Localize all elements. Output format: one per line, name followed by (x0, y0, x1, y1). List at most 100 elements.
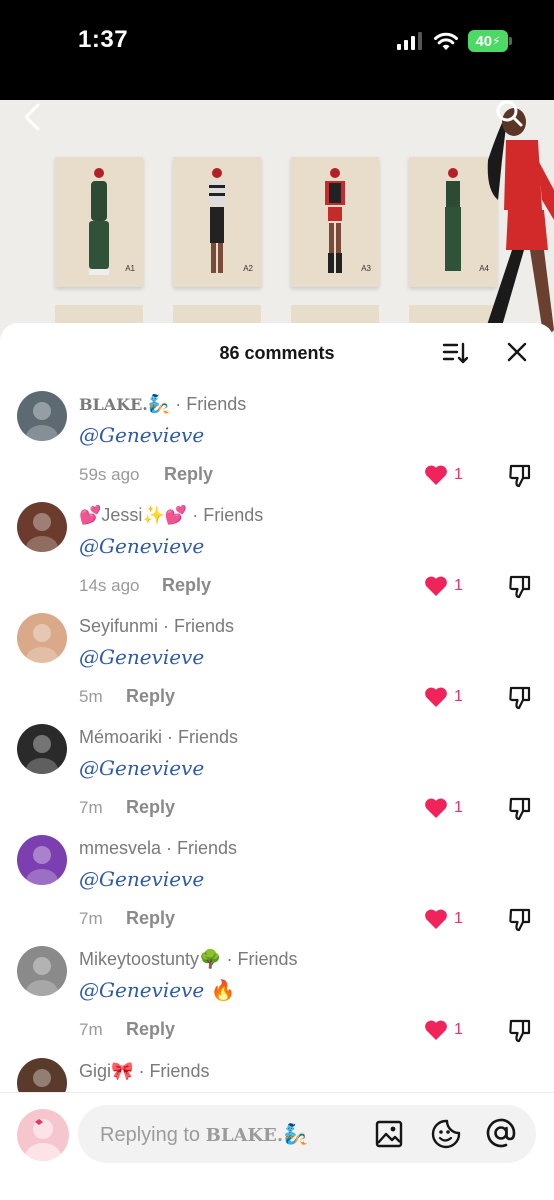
separator-dot: · (221, 949, 238, 969)
reply-button[interactable]: Reply (126, 686, 175, 707)
separator-dot: · (162, 727, 179, 747)
avatar-image (17, 502, 67, 552)
mention-link[interactable]: @Genevieve (79, 645, 204, 669)
separator-dot: · (187, 505, 204, 525)
avatar-image (17, 724, 67, 774)
like-count: 1 (454, 910, 463, 927)
mention-link[interactable]: @Genevieve (79, 534, 204, 558)
reply-button[interactable]: Reply (126, 1019, 175, 1040)
separator-dot: · (158, 616, 175, 636)
outfit-tag: A1 (125, 264, 135, 273)
comment-relation: Friends (178, 727, 239, 747)
comment-item[interactable]: BLAKE.🧞 · Friends @Genevieve 59s ago Reply 1 (0, 391, 554, 502)
username-emoji: 🌳 (199, 949, 222, 969)
comment-emoji: 🔥 (210, 978, 236, 1002)
comment-header: Seyifunmi · Friends (79, 616, 234, 637)
reply-input[interactable]: Replying to BLAKE.🧞 (78, 1105, 536, 1163)
comment-header: BLAKE.🧞 · Friends (79, 394, 246, 415)
thumbs-down-icon[interactable] (508, 463, 532, 489)
comment-item[interactable]: 💕Jessi✨💕 · Friends @Genevieve 14s ago Reply… (0, 502, 554, 613)
comment-avatar[interactable] (17, 502, 67, 552)
battery-icon: 40 ⚡ (468, 30, 512, 52)
mention-link[interactable]: @Genevieve (79, 756, 204, 780)
image-icon[interactable] (374, 1119, 404, 1149)
comment-username[interactable]: Seyifunmi (79, 616, 158, 636)
status-bar: 1:37 40 ⚡ (0, 0, 554, 100)
comment-username[interactable]: Gigi (79, 1061, 111, 1081)
reply-button[interactable]: Reply (126, 797, 175, 818)
reply-button[interactable]: Reply (164, 464, 213, 485)
charging-bolt-icon: ⚡ (492, 34, 501, 48)
video-preview[interactable]: A1 A2 A3 A4 (0, 100, 554, 340)
heart-icon[interactable] (423, 463, 449, 487)
like-count: 1 (454, 466, 463, 483)
heart-icon[interactable] (423, 1018, 449, 1042)
reply-bar: Replying to BLAKE.🧞 (0, 1092, 554, 1200)
self-avatar[interactable] (17, 1109, 69, 1161)
comment-item[interactable]: mmesvela · Friends @Genevieve 7m Reply 1 (0, 835, 554, 946)
placeholder-user: BLAKE. (205, 1125, 284, 1146)
heart-icon[interactable] (423, 796, 449, 820)
thumbs-down-icon[interactable] (508, 796, 532, 822)
comment-time: 7m (79, 1020, 103, 1039)
comment-username[interactable]: BLAKE. (79, 395, 148, 414)
comment-time: 7m (79, 909, 103, 928)
outfit-card: A1 (55, 157, 143, 287)
avatar-image (17, 613, 67, 663)
comment-avatar[interactable] (17, 613, 67, 663)
search-icon[interactable] (494, 98, 524, 128)
thumbs-down-icon[interactable] (508, 907, 532, 933)
reply-button[interactable]: Reply (162, 575, 211, 596)
comment-time: 59s ago (79, 465, 140, 484)
sort-icon[interactable] (442, 341, 468, 365)
battery-level: 40 (475, 32, 493, 50)
reply-button[interactable]: Reply (126, 908, 175, 929)
username-emoji: 🎀 (111, 1061, 134, 1081)
avatar-image (17, 835, 67, 885)
mention-link[interactable]: @Genevieve (79, 867, 204, 891)
heart-icon[interactable] (423, 574, 449, 598)
comment-item[interactable]: Mikeytoostunty🌳 · Friends @Genevieve 🔥 7m R… (0, 946, 554, 1057)
back-chevron-icon[interactable] (20, 102, 44, 132)
comment-avatar[interactable] (17, 946, 67, 996)
outfit-card: A2 (173, 157, 261, 287)
comment-avatar[interactable] (17, 724, 67, 774)
like-count: 1 (454, 688, 463, 705)
comment-header: Mémoariki · Friends (79, 727, 238, 748)
comment-username[interactable]: Mémoariki (79, 727, 162, 747)
mention-link[interactable]: @Genevieve (79, 978, 204, 1002)
screen: 1:37 40 ⚡ A1 A2 A3 A4 86 comments BLAKE.… (0, 0, 554, 1200)
comment-username[interactable]: mmesvela (79, 838, 161, 858)
mention-link[interactable]: @Genevieve (79, 423, 204, 447)
comment-time: 7m (79, 798, 103, 817)
status-time: 1:37 (78, 26, 129, 53)
comment-avatar[interactable] (17, 391, 67, 441)
default-avatar-icon (25, 1119, 61, 1161)
heart-icon[interactable] (423, 907, 449, 931)
heart-icon[interactable] (423, 685, 449, 709)
comment-relation: Friends (149, 1061, 210, 1081)
placeholder-prefix: Replying to (100, 1124, 206, 1146)
comment-avatar[interactable] (17, 835, 67, 885)
thumbs-down-icon[interactable] (508, 685, 532, 711)
comment-username[interactable]: Jessi (101, 505, 142, 525)
comment-text: @Genevieve (79, 756, 204, 780)
outfit-figure (325, 168, 345, 273)
comment-header: Mikeytoostunty🌳 · Friends (79, 949, 298, 970)
comment-text: @Genevieve (79, 534, 204, 558)
like-count: 1 (454, 1021, 463, 1038)
avatar-image (17, 946, 67, 996)
thumbs-down-icon[interactable] (508, 574, 532, 600)
comment-relation: Friends (174, 616, 235, 636)
mention-icon[interactable] (484, 1116, 518, 1150)
comment-username[interactable]: Mikeytoostunty (79, 949, 199, 969)
like-count: 1 (454, 799, 463, 816)
comment-item[interactable]: Mémoariki · Friends @Genevieve 7m Reply 1 (0, 724, 554, 835)
emoji-sticker-icon[interactable] (430, 1118, 462, 1150)
comment-item[interactable]: Seyifunmi · Friends @Genevieve 5m Reply 1 (0, 613, 554, 724)
thumbs-down-icon[interactable] (508, 1018, 532, 1044)
comment-text: @Genevieve (79, 423, 204, 447)
close-icon[interactable] (506, 341, 528, 363)
username-emoji: ✨💕 (142, 505, 188, 525)
outfit-figure (209, 168, 225, 273)
